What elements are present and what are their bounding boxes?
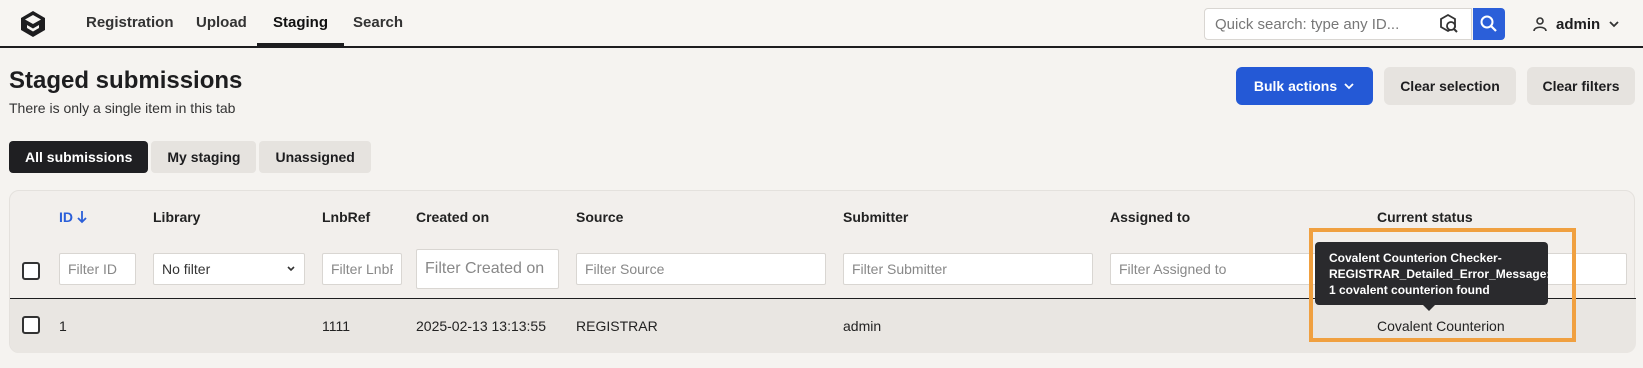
nav-search[interactable]: Search <box>337 0 419 46</box>
column-header-submitter[interactable]: Submitter <box>843 209 908 225</box>
select-all-checkbox[interactable] <box>22 262 40 280</box>
clear-filters-button[interactable]: Clear filters <box>1527 67 1635 105</box>
chevron-down-icon <box>287 266 295 272</box>
submission-tabs: All submissions My staging Unassigned <box>9 141 371 173</box>
cell-submitter: admin <box>843 318 882 334</box>
row-checkbox[interactable] <box>22 316 40 334</box>
column-header-current-status[interactable]: Current status <box>1377 209 1473 225</box>
cell-lnbref: 1111 <box>322 318 351 334</box>
column-header-id[interactable]: ID <box>59 209 88 225</box>
filter-library-value: No filter <box>162 261 211 277</box>
search-icon <box>1480 15 1497 32</box>
nav-registration[interactable]: Registration <box>70 0 190 46</box>
chevron-down-icon <box>1344 83 1354 90</box>
arrow-down-icon <box>77 211 87 224</box>
structure-search-icon[interactable] <box>1437 13 1459 35</box>
user-name: admin <box>1556 15 1601 33</box>
tab-unassigned[interactable]: Unassigned <box>259 141 371 173</box>
bulk-actions-label: Bulk actions <box>1253 78 1338 94</box>
page-title: Staged submissions <box>9 67 243 94</box>
nav-staging[interactable]: Staging <box>257 0 344 46</box>
filter-id-input[interactable] <box>59 253 136 285</box>
chevron-down-icon <box>1609 21 1619 28</box>
status-tooltip: Covalent Counterion Checker- REGISTRAR_D… <box>1315 242 1551 311</box>
column-header-library[interactable]: Library <box>153 209 200 225</box>
page-subtitle: There is only a single item in this tab <box>9 100 236 116</box>
column-header-created-on[interactable]: Created on <box>416 209 489 225</box>
cell-source: REGISTRAR <box>576 318 658 334</box>
filter-submitter-input[interactable] <box>843 253 1093 285</box>
bulk-actions-button[interactable]: Bulk actions <box>1236 67 1373 105</box>
tooltip-line-1: Covalent Counterion Checker- <box>1329 251 1502 265</box>
tab-all-submissions[interactable]: All submissions <box>9 141 149 173</box>
column-header-id-label: ID <box>59 209 73 225</box>
quick-search-input[interactable] <box>1204 8 1472 40</box>
user-icon <box>1533 17 1547 32</box>
tooltip-line-3: 1 covalent counterion found <box>1329 283 1490 297</box>
app-logo-icon[interactable] <box>18 9 48 39</box>
cell-created-on: 2025-02-13 13:13:55 <box>416 318 546 334</box>
filter-library-select[interactable]: No filter <box>153 253 305 285</box>
tooltip-line-2: REGISTRAR_Detailed_Error_Message: <box>1329 267 1551 281</box>
column-header-source[interactable]: Source <box>576 209 623 225</box>
filter-source-input[interactable] <box>576 253 826 285</box>
clear-selection-button[interactable]: Clear selection <box>1384 67 1516 105</box>
cell-id: 1 <box>59 318 67 334</box>
tab-my-staging[interactable]: My staging <box>151 141 257 173</box>
quick-search-button[interactable] <box>1473 8 1505 40</box>
nav-upload[interactable]: Upload <box>180 0 263 46</box>
filter-lnbref-input[interactable] <box>322 253 402 285</box>
filter-created-on-input[interactable] <box>416 249 559 289</box>
top-navbar: Registration Upload Staging Search admin <box>0 0 1643 48</box>
column-header-lnbref[interactable]: LnbRef <box>322 209 370 225</box>
column-header-assigned-to[interactable]: Assigned to <box>1110 209 1190 225</box>
user-menu[interactable]: admin <box>1532 12 1620 36</box>
